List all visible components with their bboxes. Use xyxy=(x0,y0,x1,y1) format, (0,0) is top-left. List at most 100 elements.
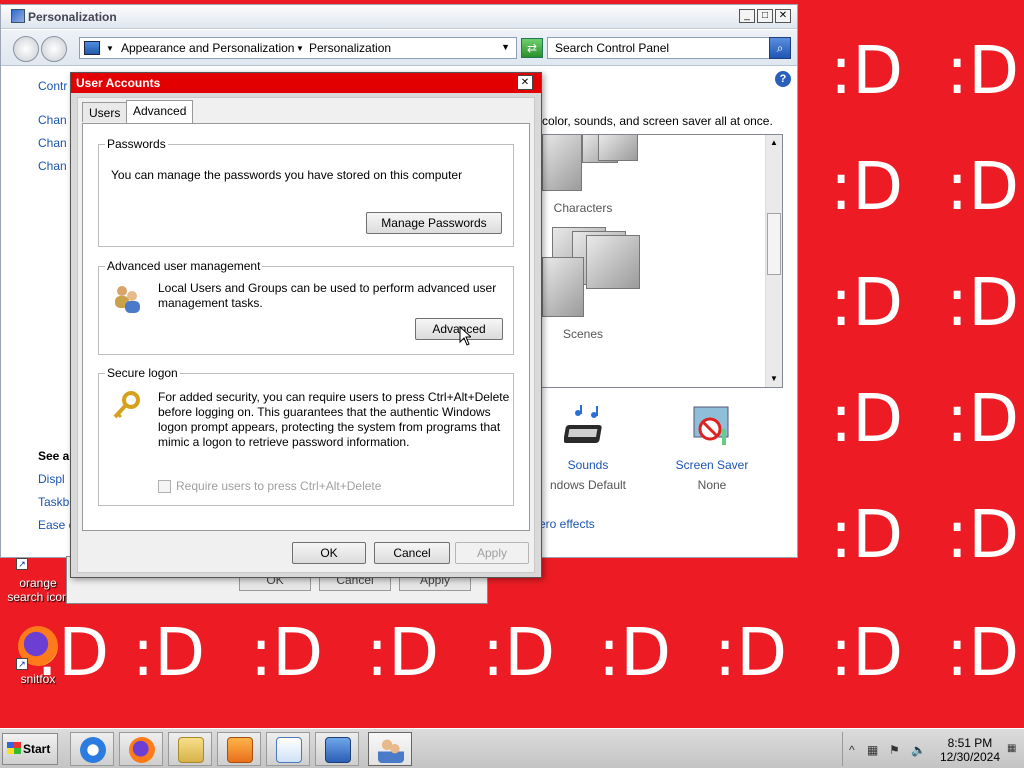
wallpaper-smiley: :D xyxy=(250,614,324,691)
taskbar-firefox[interactable] xyxy=(119,732,163,766)
control-panel-icon xyxy=(325,737,351,763)
leftnav-link[interactable]: Contr xyxy=(38,79,67,93)
scroll-down-icon[interactable]: ▼ xyxy=(766,371,782,387)
aero-effects-link[interactable]: ero effects xyxy=(539,517,595,531)
tab-advanced[interactable]: Advanced xyxy=(126,100,194,123)
leftnav-link[interactable]: Chan xyxy=(38,113,67,127)
dialog-title-bar: User Accounts ✕ xyxy=(71,73,541,93)
internet-explorer-icon xyxy=(80,737,106,763)
taskbar-control-panel-tasks[interactable] xyxy=(266,732,310,766)
refresh-button[interactable]: ⇄ xyxy=(521,38,543,58)
screen-saver-link[interactable]: Screen Saver xyxy=(657,458,767,472)
forward-button[interactable] xyxy=(41,36,67,62)
network-icon[interactable]: ▦ xyxy=(867,743,878,757)
see-also-link[interactable]: Taskb xyxy=(38,495,69,509)
action-center-flag-icon[interactable]: ⚑ xyxy=(889,743,900,757)
require-ctrl-alt-delete-label[interactable]: Require users to press Ctrl+Alt+Delete xyxy=(176,479,381,494)
scroll-thumb[interactable] xyxy=(767,213,781,275)
taskbar-windows-explorer[interactable] xyxy=(168,732,212,766)
taskbar-control-panel[interactable] xyxy=(315,732,359,766)
shortcut-arrow-icon: ↗ xyxy=(16,658,28,670)
leftnav-link[interactable]: Chan xyxy=(38,159,67,173)
sounds-value: ndows Default xyxy=(549,478,627,492)
address-dropdown-icon[interactable]: ▼ xyxy=(501,42,510,52)
theme-thumbnail-characters[interactable] xyxy=(542,135,642,191)
start-label: Start xyxy=(23,742,51,756)
desktop-icon-orange-search[interactable]: ↗ orange search icon xyxy=(0,558,76,604)
breadcrumb-sep-icon[interactable]: ▼ xyxy=(106,44,114,53)
advanced-user-management-text: Local Users and Groups can be used to pe… xyxy=(158,281,497,310)
wallpaper-smiley: :D xyxy=(946,614,1020,691)
apply-button[interactable]: Apply xyxy=(455,542,529,564)
maximize-button[interactable]: □ xyxy=(757,9,773,23)
back-button[interactable] xyxy=(13,36,39,62)
leftnav-link[interactable]: Chan xyxy=(38,136,67,150)
search-icon[interactable]: ⌕ xyxy=(769,37,791,59)
cancel-button[interactable]: Cancel xyxy=(374,542,450,564)
desktop-icon-snitfox[interactable]: ↗ snitfox xyxy=(0,626,76,686)
clock[interactable]: 8:51 PM 12/30/2024 xyxy=(940,736,1000,764)
sounds-link[interactable]: Sounds xyxy=(533,458,643,472)
breadcrumb-appearance[interactable]: Appearance and Personalization xyxy=(121,41,294,55)
theme-list[interactable]: Characters Scenes ▲ ▼ xyxy=(539,134,783,388)
see-also-heading: See a xyxy=(38,449,70,463)
volume-icon[interactable]: 🔈 xyxy=(911,743,926,757)
taskbar-user-accounts[interactable] xyxy=(368,732,412,766)
wallpaper-smiley: :D xyxy=(830,264,904,341)
advanced-tab-panel: Passwords You can manage the passwords y… xyxy=(82,123,530,531)
secure-logon-heading: Secure logon xyxy=(107,366,178,380)
sounds-icon xyxy=(563,405,602,443)
wallpaper-smiley: :D xyxy=(830,380,904,457)
theme-list-scrollbar[interactable]: ▲ ▼ xyxy=(765,135,782,387)
breadcrumb-separator-icon[interactable]: ▼ xyxy=(296,44,304,53)
show-hidden-icons-icon[interactable]: ^ xyxy=(849,743,855,757)
screen-saver-icon xyxy=(693,406,729,445)
address-bar[interactable]: ▼ Appearance and Personalization ▼ Perso… xyxy=(79,37,517,59)
wallpaper-smiley: :D xyxy=(946,148,1020,225)
wallpaper-smiley: :D xyxy=(714,614,788,691)
firefox-icon xyxy=(129,737,155,763)
window-title: Personalization xyxy=(28,10,117,24)
taskbar-media-player[interactable] xyxy=(217,732,261,766)
dialog-title: User Accounts xyxy=(76,76,161,90)
clock-time: 8:51 PM xyxy=(947,736,993,750)
dialog-close-button[interactable]: ✕ xyxy=(517,75,533,90)
passwords-heading: Passwords xyxy=(107,137,166,151)
wallpaper-smiley: :D xyxy=(132,614,206,691)
system-tray: ^ ▦ ⚑ 🔈 8:51 PM 12/30/2024 ▦ xyxy=(842,732,1022,766)
sounds-item[interactable]: Sounds ndows Default xyxy=(533,403,643,492)
wallpaper-smiley: :D xyxy=(946,264,1020,341)
secure-logon-text: For added security, you can require user… xyxy=(158,390,510,449)
help-icon[interactable]: ? xyxy=(775,71,791,87)
ok-button[interactable]: OK xyxy=(292,542,366,564)
tab-users[interactable]: Users xyxy=(82,102,128,122)
wallpaper-smiley: :D xyxy=(946,496,1020,573)
see-also-link[interactable]: Displ xyxy=(38,472,65,486)
breadcrumb-personalization[interactable]: Personalization xyxy=(309,41,391,55)
clock-date: 12/30/2024 xyxy=(939,750,1000,764)
key-icon xyxy=(113,391,140,419)
scroll-up-icon[interactable]: ▲ xyxy=(766,135,782,151)
desktop-icon-label: snitfox xyxy=(20,672,56,686)
theme-thumbnail-scenes[interactable] xyxy=(542,227,642,317)
show-desktop-icon[interactable]: ▦ xyxy=(1007,743,1016,754)
passwords-text: You can manage the passwords you have st… xyxy=(111,168,463,182)
intro-text: color, sounds, and screen saver all at o… xyxy=(542,114,773,128)
manage-passwords-button[interactable]: Manage Passwords xyxy=(366,212,502,234)
search-box[interactable]: Search Control Panel ⌕ xyxy=(547,37,791,59)
require-ctrl-alt-delete-checkbox[interactable] xyxy=(158,480,171,493)
advanced-user-management-heading: Advanced user management xyxy=(107,259,261,273)
wallpaper-smiley: :D xyxy=(482,614,556,691)
taskbar-internet-explorer[interactable] xyxy=(70,732,114,766)
search-input[interactable]: Search Control Panel xyxy=(555,41,669,55)
theme-label-characters: Characters xyxy=(553,201,613,215)
taskbar: Start ^ ▦ ⚑ 🔈 8:51 PM 12/30/2024 ▦ xyxy=(0,728,1024,768)
wallpaper-smiley: :D xyxy=(946,32,1020,109)
screen-saver-item[interactable]: Screen Saver None xyxy=(657,403,767,492)
start-button[interactable]: Start xyxy=(2,733,58,765)
close-button[interactable]: ✕ xyxy=(775,9,791,23)
minimize-button[interactable]: _ xyxy=(739,9,755,23)
theme-label-scenes: Scenes xyxy=(562,327,604,341)
shortcut-arrow-icon: ↗ xyxy=(16,558,28,570)
wallpaper-smiley: :D xyxy=(830,496,904,573)
